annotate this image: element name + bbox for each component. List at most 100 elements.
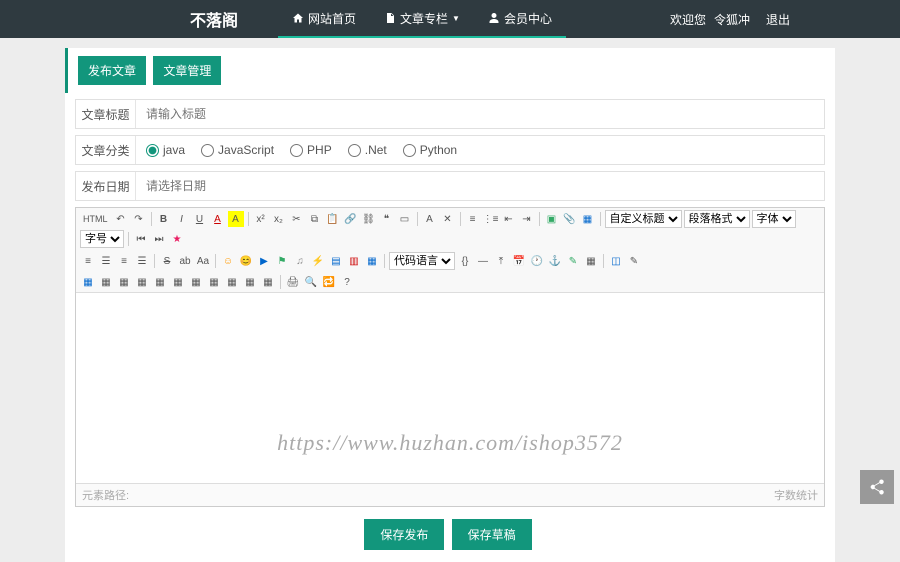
smile-icon[interactable]: ☺: [220, 253, 236, 269]
font-a-icon[interactable]: A: [422, 211, 438, 227]
grid9-icon[interactable]: ▦: [224, 274, 240, 290]
editor-toolbar: HTML ↶ ↷ B I U A A x² x₂ ✂ ⧉ 📋 🔗 ⛓ ❝ ▭ A…: [76, 208, 824, 293]
strike-icon[interactable]: S: [159, 253, 175, 269]
sub-icon[interactable]: x₂: [271, 211, 287, 227]
replace-icon[interactable]: 🔁: [321, 274, 337, 290]
word-icon[interactable]: ▦: [364, 253, 380, 269]
case-icon[interactable]: Aa: [195, 253, 211, 269]
nav-home-label: 网站首页: [308, 10, 356, 27]
hr-icon[interactable]: —: [475, 253, 491, 269]
grid4-icon[interactable]: ▦: [134, 274, 150, 290]
font-select[interactable]: 字体: [752, 210, 796, 228]
nav-column[interactable]: 文章专栏 ▼: [370, 0, 474, 38]
share-button[interactable]: [860, 470, 894, 504]
cat-js[interactable]: JavaScript: [201, 143, 274, 157]
nav-right: 欢迎您 令狐冲 退出: [670, 11, 790, 28]
align-right-icon[interactable]: ≡: [116, 253, 132, 269]
save-draft-button[interactable]: 保存草稿: [452, 519, 532, 550]
emoji-icon[interactable]: 😊: [238, 253, 254, 269]
paste-icon[interactable]: 📋: [325, 211, 341, 227]
nav-home[interactable]: 网站首页: [278, 0, 370, 38]
html-icon[interactable]: HTML: [80, 211, 111, 227]
justify-icon[interactable]: ☰: [134, 253, 150, 269]
attach-icon[interactable]: 📎: [562, 211, 578, 227]
manage-tab[interactable]: 文章管理: [153, 56, 221, 85]
indent-icon[interactable]: ⇥: [519, 211, 535, 227]
lt-icon[interactable]: ⏮: [133, 231, 149, 247]
align-left-icon[interactable]: ≡: [80, 253, 96, 269]
date-icon[interactable]: 📅: [511, 253, 527, 269]
size-select[interactable]: 字号: [80, 230, 124, 248]
publish-tab[interactable]: 发布文章: [78, 56, 146, 85]
grid8-icon[interactable]: ▦: [206, 274, 222, 290]
quote-icon[interactable]: ❝: [379, 211, 395, 227]
custom-title-select[interactable]: 自定义标题: [605, 210, 682, 228]
map-icon[interactable]: ⚑: [274, 253, 290, 269]
gt-icon[interactable]: ⏭: [151, 231, 167, 247]
grid2-icon[interactable]: ▦: [98, 274, 114, 290]
super-icon[interactable]: x²: [253, 211, 269, 227]
grid10-icon[interactable]: ▦: [242, 274, 258, 290]
bgcolor-icon[interactable]: A: [228, 211, 244, 227]
flash-icon[interactable]: ⚡: [310, 253, 326, 269]
time-icon[interactable]: 🕐: [529, 253, 545, 269]
date-input[interactable]: [146, 179, 814, 193]
doc-icon[interactable]: ▤: [328, 253, 344, 269]
ul-icon[interactable]: ⋮≡: [483, 211, 499, 227]
grid11-icon[interactable]: ▦: [260, 274, 276, 290]
star-icon[interactable]: ★: [169, 231, 185, 247]
top-navbar: 不落阁 网站首页 文章专栏 ▼ 会员中心 欢迎您 令狐冲 退出: [0, 0, 900, 38]
ol-icon[interactable]: ≡: [465, 211, 481, 227]
fontcolor-icon[interactable]: A: [210, 211, 226, 227]
draft-icon[interactable]: ✎: [626, 253, 642, 269]
paragraph-select[interactable]: 段落格式: [684, 210, 750, 228]
search-icon[interactable]: 🔍: [303, 274, 319, 290]
undo-icon[interactable]: ↶: [113, 211, 129, 227]
cut-icon[interactable]: ✂: [289, 211, 305, 227]
music-icon[interactable]: ♫: [292, 253, 308, 269]
grid7-icon[interactable]: ▦: [188, 274, 204, 290]
table-icon[interactable]: ▦: [580, 211, 596, 227]
clear-icon[interactable]: ✕: [440, 211, 456, 227]
bold-icon[interactable]: B: [156, 211, 172, 227]
grid1-icon[interactable]: ▦: [80, 274, 96, 290]
video-icon[interactable]: ▶: [256, 253, 272, 269]
cat-net[interactable]: .Net: [348, 143, 387, 157]
copy-icon[interactable]: ⧉: [307, 211, 323, 227]
home-icon: [292, 12, 304, 24]
cat-java[interactable]: java: [146, 143, 185, 157]
outdent-icon[interactable]: ⇤: [501, 211, 517, 227]
unlink-icon[interactable]: ⛓: [361, 211, 377, 227]
grid3-icon[interactable]: ▦: [116, 274, 132, 290]
cat-python[interactable]: Python: [403, 143, 457, 157]
underline-icon[interactable]: U: [192, 211, 208, 227]
select-icon[interactable]: ▭: [397, 211, 413, 227]
grid6-icon[interactable]: ▦: [170, 274, 186, 290]
help-icon[interactable]: ?: [339, 274, 355, 290]
image-icon[interactable]: ▣: [544, 211, 560, 227]
logout-link[interactable]: 退出: [766, 11, 790, 28]
link-icon[interactable]: 🔗: [343, 211, 359, 227]
code-lang-select[interactable]: 代码语言: [389, 252, 455, 270]
save-publish-button[interactable]: 保存发布: [364, 519, 444, 550]
nav-items: 网站首页 文章专栏 ▼ 会员中心: [278, 0, 566, 38]
nav-member[interactable]: 会员中心: [474, 0, 566, 38]
align-center-icon[interactable]: ☰: [98, 253, 114, 269]
code-icon[interactable]: {}: [457, 253, 473, 269]
grid5-icon[interactable]: ▦: [152, 274, 168, 290]
nav-column-label: 文章专栏: [400, 10, 448, 27]
cat-php[interactable]: PHP: [290, 143, 332, 157]
ab-icon[interactable]: ab: [177, 253, 193, 269]
pdf-icon[interactable]: ▥: [346, 253, 362, 269]
anchor-icon[interactable]: ⚓: [547, 253, 563, 269]
print-icon[interactable]: 🖨: [285, 274, 301, 290]
redo-icon[interactable]: ↷: [131, 211, 147, 227]
title-input[interactable]: [146, 107, 814, 121]
editor-textarea[interactable]: [76, 293, 824, 483]
italic-icon[interactable]: I: [174, 211, 190, 227]
rich-editor: HTML ↶ ↷ B I U A A x² x₂ ✂ ⧉ 📋 🔗 ⛓ ❝ ▭ A…: [75, 207, 825, 507]
template-icon[interactable]: ◫: [608, 253, 624, 269]
cell-icon[interactable]: ▦: [583, 253, 599, 269]
pagebreak-icon[interactable]: ⤒: [493, 253, 509, 269]
snap-icon[interactable]: ✎: [565, 253, 581, 269]
